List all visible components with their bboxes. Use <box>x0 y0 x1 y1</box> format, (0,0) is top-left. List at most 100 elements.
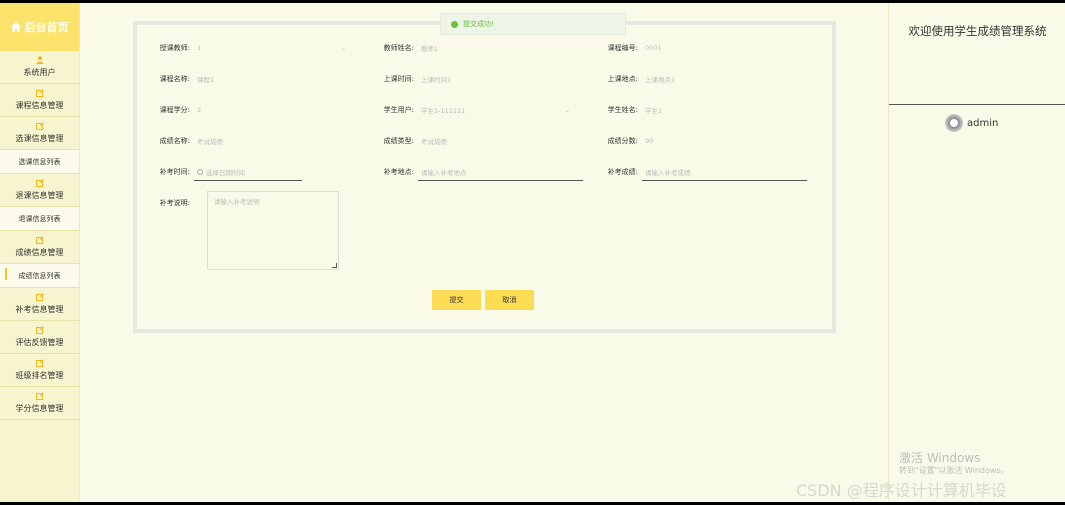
student-name-field: 学生姓名: 学生1 <box>590 100 802 120</box>
sidebar-subitem-score-list[interactable]: 成绩信息列表 <box>0 264 79 288</box>
csdn-watermark: CSDN @程序设计计算机毕设 <box>796 481 1007 500</box>
sidebar-subitem-label: 退课信息列表 <box>18 214 61 223</box>
divider <box>889 104 1065 105</box>
course-name-value: 课程1 <box>197 76 215 84</box>
makeup-note-label: 补考说明: <box>159 199 190 207</box>
makeup-form: 授课教师: 1 ⌄ 教师姓名: 教师1 课程编号: 0001 课程名称: 课程1 <box>133 21 836 333</box>
score-value-field: 成绩分数: 90 <box>590 131 802 151</box>
windows-activation-title: 激活 Windows <box>899 451 981 465</box>
clock-icon <box>197 168 203 175</box>
sidebar-item-label: 课程信息管理 <box>15 101 64 110</box>
score-type-field: 成绩类型: 考试成绩 <box>366 131 578 151</box>
sidebar-item-course-info[interactable]: 课程信息管理 <box>0 84 79 117</box>
toast-message: 提交成功! <box>463 20 494 28</box>
score-type-value: 考试成绩 <box>421 138 447 146</box>
makeup-time-input[interactable]: 选择日期时间 <box>194 163 302 181</box>
sidebar-subitem-label: 选课信息列表 <box>18 157 61 166</box>
form-row: 补考时间: 选择日期时间 补考地点: 请输入补考地点 补考成绩: 请输入补考成绩 <box>137 162 832 182</box>
form-row: 课程名称: 课程1 上课时间: 上课时间1 上课地点: 上课地点1 <box>137 69 832 89</box>
makeup-score-input[interactable]: 请输入补考成绩 <box>642 163 807 181</box>
course-name-field: 课程名称: 课程1 <box>142 69 354 89</box>
makeup-time-field: 补考时间: 选择日期时间 <box>142 162 302 182</box>
sidebar-item-label: 班级排名管理 <box>15 371 64 380</box>
sidebar-item-label: 选课信息管理 <box>15 134 64 143</box>
makeup-time-placeholder: 选择日期时间 <box>206 168 245 177</box>
teacher-name-field: 教师姓名: 教师1 <box>366 38 578 58</box>
student-user-field: 学生用户: 学生1-111111 ⌄ <box>366 100 578 120</box>
sidebar-item-label: 退课信息管理 <box>15 191 64 200</box>
edit-icon <box>35 326 44 334</box>
teacher-name-value: 教师1 <box>421 45 439 53</box>
course-credit-field: 课程学分: 2 <box>142 100 354 120</box>
edit-icon <box>35 179 44 187</box>
sidebar-item-makeup-exam[interactable]: 补考信息管理 <box>0 288 79 321</box>
submit-button[interactable]: 提交 <box>432 290 481 310</box>
app-frame: 后台首页 系统用户 课程信息管理 选课信息管理 选课信息列表 退课信息管理 退课… <box>0 3 1065 502</box>
edit-icon <box>35 293 44 301</box>
resize-handle-icon[interactable] <box>332 263 337 268</box>
course-credit-value: 2 <box>197 106 202 114</box>
course-name-label: 课程名称: <box>159 75 190 83</box>
score-value-value: 90 <box>645 137 654 145</box>
makeup-note-textarea[interactable]: 请输入补考说明 <box>207 191 339 270</box>
makeup-note-field: 补考说明: <box>142 193 194 213</box>
cancel-button[interactable]: 取消 <box>485 290 534 310</box>
makeup-score-placeholder: 请输入补考成绩 <box>645 168 691 177</box>
makeup-place-field: 补考地点: 请输入补考地点 <box>366 162 583 182</box>
sidebar-item-course-selection[interactable]: 选课信息管理 <box>0 117 79 150</box>
score-type-label: 成绩类型: <box>383 137 414 145</box>
course-no-value: 0001 <box>645 44 662 52</box>
form-row: 成绩名称: 考试成绩 成绩类型: 考试成绩 成绩分数: 90 <box>137 131 832 151</box>
makeup-note-placeholder: 请输入补考说明 <box>214 198 260 206</box>
teacher-select[interactable]: 1 ⌄ <box>194 39 354 57</box>
sidebar-item-label: 系统用户 <box>23 68 56 77</box>
home-icon <box>10 22 21 32</box>
user-menu[interactable]: admin <box>945 114 998 132</box>
student-user-select[interactable]: 学生1-111111 ⌄ <box>418 101 578 119</box>
edit-icon <box>35 122 44 130</box>
makeup-score-field: 补考成绩: 请输入补考成绩 <box>590 162 807 182</box>
teacher-field: 授课教师: 1 ⌄ <box>142 38 354 58</box>
teacher-label: 授课教师: <box>159 44 190 52</box>
form-row: 课程学分: 2 学生用户: 学生1-111111 ⌄ 学生姓名: 学生1 <box>137 100 832 120</box>
teacher-name-label: 教师姓名: <box>383 44 414 52</box>
success-toast: 提交成功! <box>440 13 626 35</box>
user-icon <box>35 56 44 64</box>
sidebar-item-course-drop[interactable]: 退课信息管理 <box>0 174 79 207</box>
student-user-label: 学生用户: <box>383 106 414 114</box>
sidebar-item-label: 评估反馈管理 <box>15 338 64 347</box>
welcome-title: 欢迎使用学生成绩管理系统 <box>908 24 1047 38</box>
sidebar-item-system-users[interactable]: 系统用户 <box>0 51 79 84</box>
student-user-value: 学生1-111111 <box>421 107 466 115</box>
sidebar-item-label: 学分信息管理 <box>15 404 64 413</box>
makeup-place-input[interactable]: 请输入补考地点 <box>418 163 583 181</box>
class-time-field: 上课时间: 上课时间1 <box>366 69 578 89</box>
makeup-place-label: 补考地点: <box>383 168 414 176</box>
course-credit-label: 课程学分: <box>159 106 190 114</box>
sidebar-item-class-ranking[interactable]: 班级排名管理 <box>0 354 79 387</box>
makeup-place-placeholder: 请输入补考地点 <box>421 168 467 177</box>
edit-icon <box>35 359 44 367</box>
sidebar-home-label: 后台首页 <box>24 21 69 34</box>
edit-icon <box>35 236 44 244</box>
sidebar-item-credit-info[interactable]: 学分信息管理 <box>0 387 79 420</box>
sidebar-subitem-selection-list[interactable]: 选课信息列表 <box>0 150 79 174</box>
score-name-label: 成绩名称: <box>159 137 190 145</box>
sidebar-item-evaluation-feedback[interactable]: 评估反馈管理 <box>0 321 79 354</box>
check-circle-icon <box>451 20 458 28</box>
sidebar-home[interactable]: 后台首页 <box>0 3 79 51</box>
student-name-value: 学生1 <box>645 107 663 115</box>
class-place-label: 上课地点: <box>607 75 638 83</box>
sidebar-item-score-info[interactable]: 成绩信息管理 <box>0 231 79 264</box>
score-value-label: 成绩分数: <box>607 137 638 145</box>
chevron-down-icon: ⌄ <box>564 106 570 114</box>
sidebar-subitem-drop-list[interactable]: 退课信息列表 <box>0 207 79 231</box>
avatar <box>945 114 963 132</box>
makeup-time-label: 补考时间: <box>159 168 190 176</box>
teacher-value: 1 <box>197 44 202 52</box>
windows-activation-hint: 转到"设置"以激活 Windows。 <box>899 466 1009 475</box>
username: admin <box>967 117 999 129</box>
course-no-field: 课程编号: 0001 <box>590 38 802 58</box>
class-time-label: 上课时间: <box>383 75 414 83</box>
form-row: 授课教师: 1 ⌄ 教师姓名: 教师1 课程编号: 0001 <box>137 38 832 58</box>
